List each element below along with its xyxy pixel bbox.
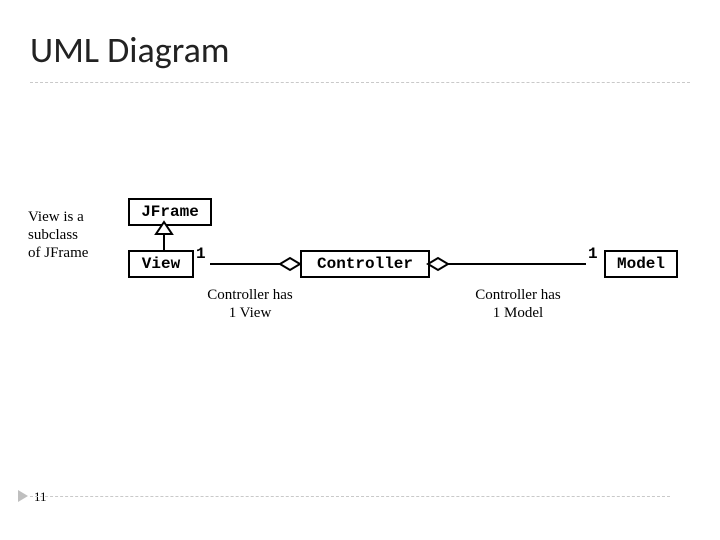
class-model: Model xyxy=(604,250,678,278)
multiplicity-view: 1 xyxy=(196,245,206,263)
multiplicity-model: 1 xyxy=(588,245,598,263)
caption-view: Controller has 1 View xyxy=(190,286,310,322)
page-bullet-icon xyxy=(18,490,28,502)
divider-bottom xyxy=(30,496,670,497)
page-title: UML Diagram xyxy=(30,28,230,72)
class-controller: Controller xyxy=(300,250,430,278)
class-view: View xyxy=(128,250,194,278)
aggregation-model xyxy=(428,256,606,272)
note-left: View is a subclass of JFrame xyxy=(28,208,118,262)
caption-model: Controller has 1 Model xyxy=(458,286,578,322)
aggregation-view xyxy=(192,256,302,272)
divider-top xyxy=(30,82,690,83)
generalization-arrow xyxy=(156,222,176,252)
page-number: 11 xyxy=(34,489,47,505)
